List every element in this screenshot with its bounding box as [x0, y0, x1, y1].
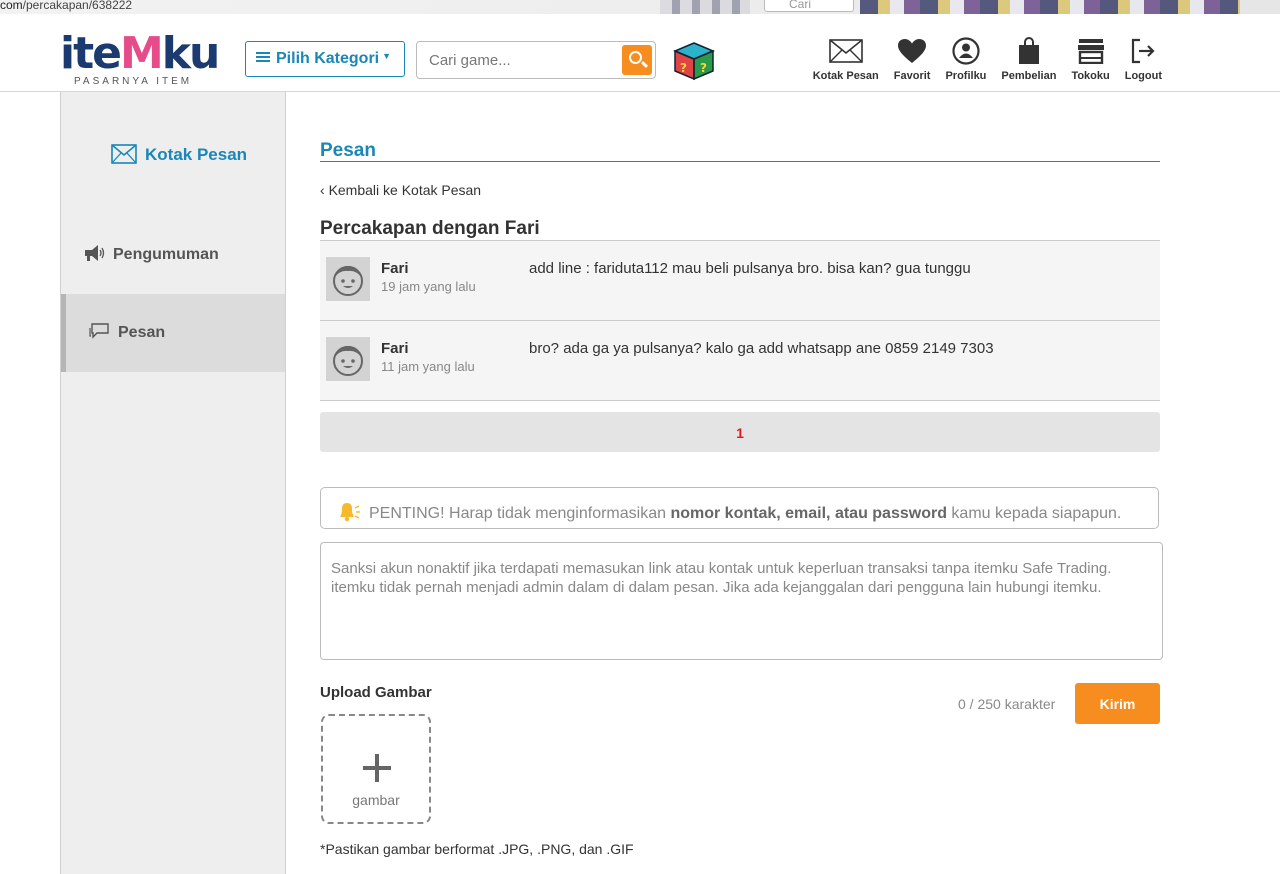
message-sender: Fari [381, 260, 409, 277]
back-to-inbox-link[interactable]: ‹ Kembali ke Kotak Pesan [320, 182, 481, 198]
format-note: *Pastikan gambar berformat .JPG, .PNG, d… [320, 841, 634, 857]
chat-icon [89, 323, 109, 339]
nav-favorit[interactable]: Favorit [894, 36, 930, 88]
heart-icon [895, 36, 929, 66]
page-title: Pesan [320, 140, 1160, 162]
game-search [416, 41, 656, 79]
message-text: add line : fariduta112 mau beli pulsanya… [529, 260, 971, 277]
sidebar-title[interactable]: Kotak Pesan [111, 144, 247, 165]
envelope-icon [111, 144, 137, 164]
sidebar: Kotak Pesan Pengumuman Pesan [60, 92, 286, 874]
svg-text:?: ? [700, 61, 707, 75]
avatar [326, 337, 370, 381]
sidebar-item-pesan[interactable]: Pesan [61, 294, 285, 372]
browser-theme-art [860, 0, 1240, 14]
upload-label: Upload Gambar [320, 684, 432, 701]
warning-notice: PENTING! Harap tidak menginformasikan no… [320, 487, 1159, 529]
message-item: Fari 11 jam yang lalu bro? ada ga ya pul… [320, 321, 1160, 401]
nav-kotak-pesan[interactable]: Kotak Pesan [813, 36, 879, 88]
nav-profilku[interactable]: Profilku [945, 36, 986, 88]
site-header: iteMku PASARNYA ITEM Pilih Kategori▼ ? ?… [0, 24, 1280, 92]
page-number-current[interactable]: 1 [736, 425, 744, 441]
nav-tokoku[interactable]: Tokoku [1071, 36, 1110, 88]
user-avatar-icon [333, 266, 363, 296]
category-dropdown-button[interactable]: Pilih Kategori ▼ [245, 41, 405, 77]
search-button[interactable] [622, 45, 652, 75]
site-logo[interactable]: iteMku PASARNYA ITEM [60, 28, 220, 88]
plus-icon [363, 754, 391, 782]
svg-text:?: ? [680, 61, 687, 75]
avatar [326, 257, 370, 301]
logout-icon [1126, 36, 1160, 66]
sidebar-title-label: Kotak Pesan [145, 145, 248, 164]
browser-search-field[interactable]: Cari [764, 0, 854, 12]
megaphone-icon [85, 245, 105, 261]
envelope-icon [828, 36, 863, 66]
send-button[interactable]: Kirim [1075, 683, 1160, 724]
sidebar-item-label: Pengumuman [113, 246, 219, 263]
user-icon [949, 36, 983, 66]
address-bar-url[interactable]: com/percakapan/638222 [0, 0, 132, 12]
browser-chrome: com/percakapan/638222 Cari [0, 0, 1280, 14]
sidebar-item-label: Pesan [118, 324, 166, 341]
message-time: 19 jam yang lalu [381, 279, 476, 294]
bell-icon [335, 500, 361, 527]
message-sender: Fari [381, 340, 409, 357]
browser-theme-art [660, 0, 750, 14]
nav-logout[interactable]: Logout [1125, 36, 1162, 88]
char-counter: 0 / 250 karakter [958, 696, 1056, 712]
category-label: Pilih Kategori [276, 50, 380, 67]
upload-caption: gambar [352, 792, 400, 808]
conversation-title: Percakapan dengan Fari [320, 218, 540, 239]
logo-wordmark: iteMku [60, 28, 220, 79]
store-icon [1074, 36, 1108, 66]
message-time: 11 jam yang lalu [381, 359, 475, 374]
upload-image-button[interactable]: gambar [321, 714, 431, 824]
message-input[interactable] [320, 542, 1163, 660]
nav-pembelian[interactable]: Pembelian [1001, 36, 1056, 88]
message-list: Fari 19 jam yang lalu add line : faridut… [320, 240, 1160, 401]
user-nav: Kotak Pesan Favorit Profilku Pembelian T… [798, 36, 1162, 88]
mystery-box-icon[interactable]: ? ? [673, 41, 715, 81]
chevron-left-icon: ‹ [320, 182, 325, 198]
message-text: bro? ada ga ya pulsanya? kalo ga add wha… [529, 340, 994, 357]
shopping-bag-icon [1012, 36, 1046, 66]
pagination: 1 [320, 412, 1160, 452]
message-item: Fari 19 jam yang lalu add line : faridut… [320, 241, 1160, 321]
user-avatar-icon [333, 346, 363, 376]
game-search-input[interactable] [429, 43, 629, 77]
menu-icon [256, 52, 270, 62]
sidebar-item-pengumuman[interactable]: Pengumuman [61, 216, 285, 294]
caret-down-icon: ▼ [382, 51, 392, 61]
